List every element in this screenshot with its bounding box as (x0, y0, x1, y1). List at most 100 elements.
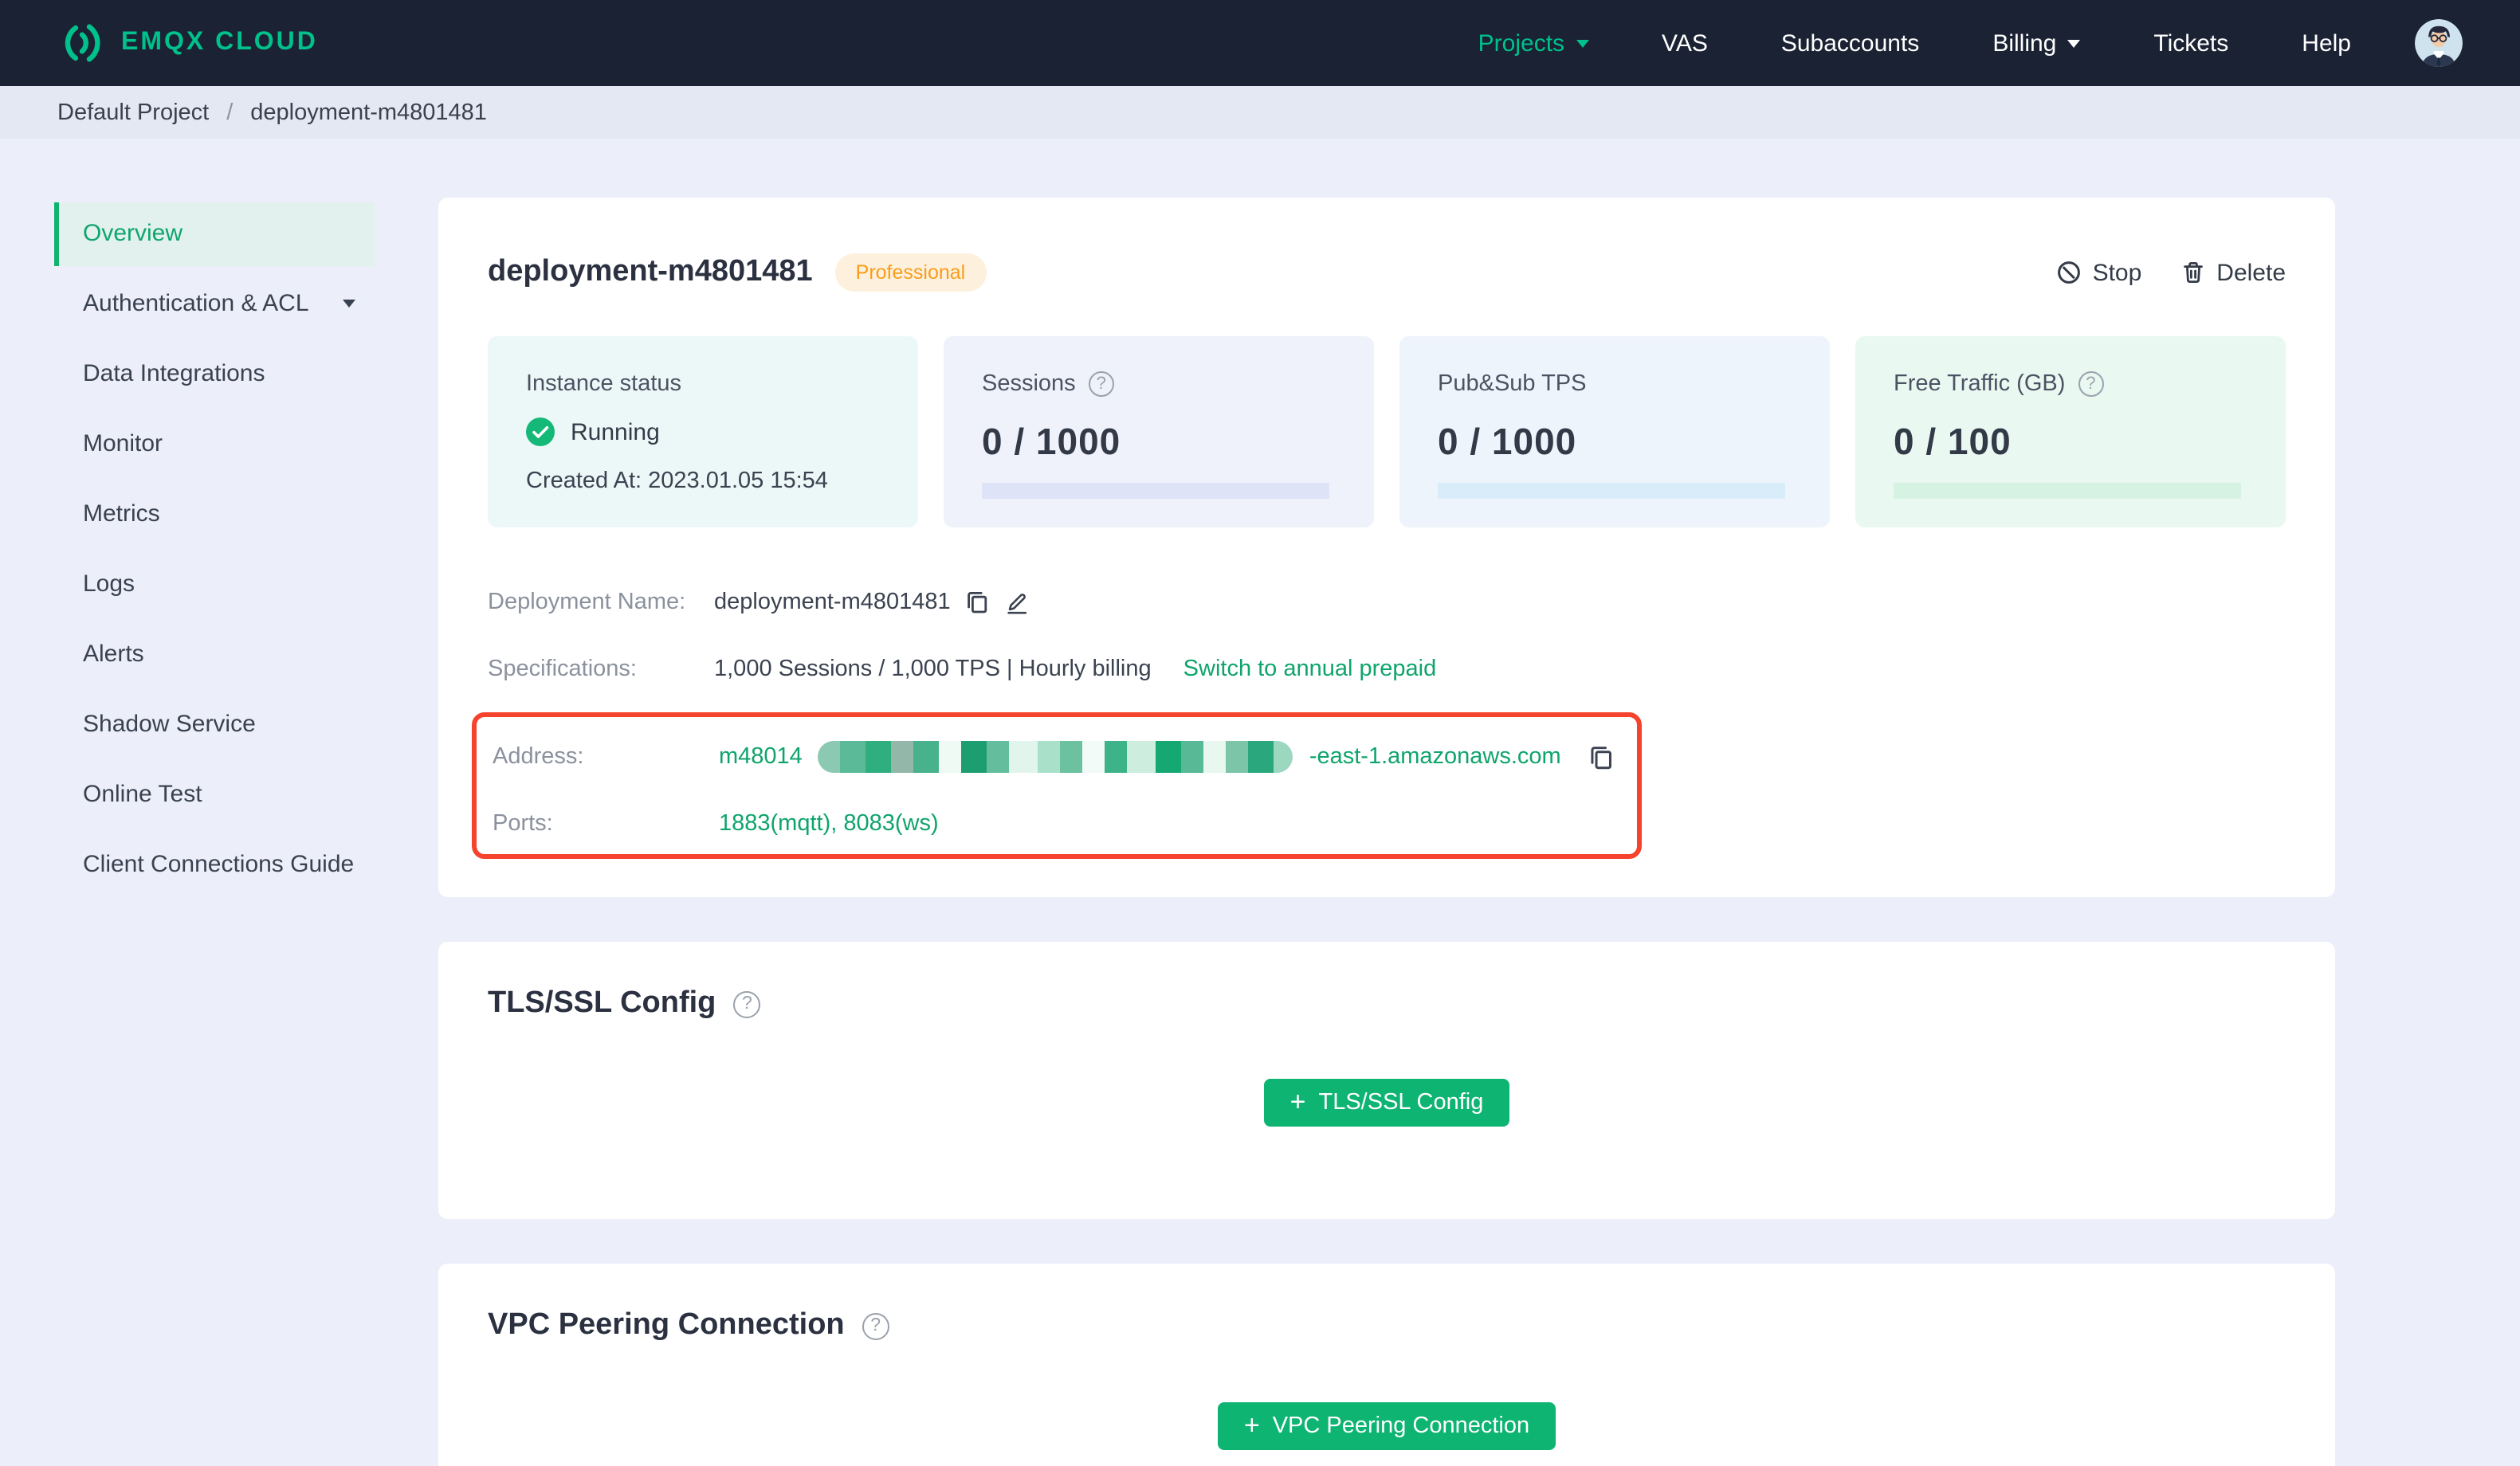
free-traffic-card: Free Traffic (GB) 0 / 100 (1855, 336, 2286, 527)
deployment-name-value: deployment-m4801481 (714, 590, 951, 615)
help-icon[interactable] (2078, 371, 2104, 397)
nav-item-help[interactable]: Help (2302, 29, 2351, 57)
pubsub-tps-progress-bar (1438, 483, 1785, 499)
stat-cards: Instance status Running Created At: 2023… (488, 336, 2286, 527)
vpc-peering-card: VPC Peering Connection VPC Peering Conne… (438, 1264, 2335, 1466)
copy-icon (1588, 743, 1615, 770)
breadcrumb-project[interactable]: Default Project (57, 100, 209, 125)
user-avatar[interactable] (2415, 19, 2463, 67)
sidebar-item-logs-label: Logs (83, 570, 135, 598)
nav-links: Projects VAS Subaccounts Billing Tickets… (1478, 29, 2389, 57)
help-icon[interactable] (733, 990, 761, 1017)
nav-item-subaccounts[interactable]: Subaccounts (1781, 29, 1919, 57)
pubsub-tps-value: 0 / 1000 (1438, 421, 1577, 462)
tls-ssl-config-card: TLS/SSL Config TLS/SSL Config (438, 942, 2335, 1219)
sessions-value: 0 / 1000 (982, 421, 1121, 462)
stop-button[interactable]: Stop (2056, 259, 2142, 286)
nav-item-subaccounts-label: Subaccounts (1780, 29, 1920, 57)
sidebar-item-overview[interactable]: Overview (54, 202, 375, 266)
nav-item-tickets[interactable]: Tickets (2153, 29, 2228, 57)
help-icon[interactable] (862, 1312, 889, 1339)
sidebar-item-metrics[interactable]: Metrics (54, 483, 375, 547)
sidebar-item-online-test[interactable]: Online Test (54, 763, 375, 827)
deployment-info: Deployment Name: deployment-m4801481 Spe… (472, 578, 2286, 859)
sessions-progress-bar (982, 483, 1329, 499)
tls-section-header: TLS/SSL Config (488, 986, 2286, 1021)
top-navbar: EMQX CLOUD Projects VAS Subaccounts Bill… (0, 0, 2520, 86)
sidebar-item-alerts[interactable]: Alerts (54, 623, 375, 687)
address-highlight-box: Address: m48014 -east-1.amazonaws.com Po… (472, 712, 1642, 859)
copy-icon (965, 590, 991, 615)
copy-address-button[interactable] (1588, 743, 1615, 770)
ports-row: Ports: 1883(mqtt), 8083(ws) (493, 800, 1637, 848)
sidebar-item-monitor-label: Monitor (83, 430, 163, 457)
switch-annual-prepaid-link[interactable]: Switch to annual prepaid (1183, 657, 1437, 682)
sidebar-item-data-integrations[interactable]: Data Integrations (54, 343, 375, 406)
delete-button-label: Delete (2216, 259, 2286, 286)
deployment-title-row: deployment-m4801481 Professional Stop De… (488, 247, 2286, 298)
sidebar-item-client-connections-guide[interactable]: Client Connections Guide (54, 833, 375, 897)
edit-deployment-name-button[interactable] (1005, 590, 1030, 615)
emqx-logo-icon (57, 19, 105, 67)
free-traffic-label: Free Traffic (GB) (1894, 371, 2066, 397)
nav-item-help-label: Help (2302, 29, 2351, 57)
nav-item-vas[interactable]: VAS (1662, 29, 1708, 57)
nav-item-projects-label: Projects (1478, 29, 1565, 57)
breadcrumb-deployment: deployment-m4801481 (250, 100, 487, 125)
brand[interactable]: EMQX CLOUD (57, 19, 318, 67)
deployment-name-label: Deployment Name: (488, 590, 686, 615)
stop-button-label: Stop (2092, 259, 2142, 286)
sidebar-item-data-integrations-label: Data Integrations (83, 360, 265, 387)
pubsub-tps-label: Pub&Sub TPS (1438, 371, 1587, 397)
stop-icon (2056, 260, 2082, 285)
sidebar-item-authentication-acl[interactable]: Authentication & ACL (54, 272, 375, 336)
sidebar-item-monitor[interactable]: Monitor (54, 413, 375, 476)
viewport: EMQX CLOUD Projects VAS Subaccounts Bill… (0, 0, 2520, 1466)
nav-item-projects[interactable]: Projects (1478, 29, 1589, 57)
sidebar-item-overview-label: Overview (83, 220, 183, 247)
deployment-name-row: Deployment Name: deployment-m4801481 (488, 578, 2286, 626)
brand-name: EMQX CLOUD (121, 29, 318, 56)
sessions-card: Sessions 0 / 1000 (944, 336, 1374, 527)
sidebar-item-shadow-service-label: Shadow Service (83, 711, 256, 738)
nav-item-billing[interactable]: Billing (1992, 29, 2081, 57)
plan-badge: Professional (834, 253, 987, 292)
sidebar-item-online-test-label: Online Test (83, 781, 202, 808)
vpc-section-title: VPC Peering Connection (488, 1308, 845, 1342)
deployment-overview-card: deployment-m4801481 Professional Stop De… (438, 198, 2335, 897)
status-running-text: Running (571, 418, 660, 445)
address-label: Address: (493, 744, 584, 770)
vpc-section-header: VPC Peering Connection (488, 1308, 2286, 1343)
trash-icon (2180, 260, 2205, 285)
sidebar-item-alerts-label: Alerts (83, 641, 144, 668)
specifications-value: 1,000 Sessions / 1,000 TPS | Hourly bill… (714, 657, 1152, 682)
plus-icon (1290, 1088, 1306, 1115)
sidebar-item-shadow-service[interactable]: Shadow Service (54, 693, 375, 757)
help-icon[interactable] (1088, 371, 1114, 397)
address-prefix: m48014 (719, 744, 803, 770)
sessions-label: Sessions (982, 371, 1076, 397)
delete-button[interactable]: Delete (2180, 259, 2286, 286)
copy-deployment-name-button[interactable] (965, 590, 991, 615)
created-at-text: Created At: 2023.01.05 15:54 (526, 468, 828, 494)
pubsub-tps-card: Pub&Sub TPS 0 / 1000 (1399, 336, 1830, 527)
sidebar-item-logs[interactable]: Logs (54, 553, 375, 617)
address-redacted-segment (818, 741, 1293, 773)
add-tls-ssl-config-button[interactable]: TLS/SSL Config (1264, 1079, 1509, 1127)
add-vpc-peering-button[interactable]: VPC Peering Connection (1218, 1402, 1556, 1450)
sidebar-item-client-connections-guide-label: Client Connections Guide (83, 851, 355, 878)
sidebar: Overview Authentication & ACL Data Integ… (0, 139, 406, 904)
address-suffix: -east-1.amazonaws.com (1309, 744, 1561, 770)
ports-value: 1883(mqtt), 8083(ws) (719, 811, 939, 837)
chevron-down-icon (1576, 39, 1589, 47)
free-traffic-progress-bar (1894, 483, 2241, 499)
breadcrumb: Default Project / deployment-m4801481 (0, 86, 2520, 139)
sidebar-item-metrics-label: Metrics (83, 500, 160, 527)
sidebar-item-authentication-acl-label: Authentication & ACL (83, 290, 309, 317)
deployment-actions: Stop Delete (2056, 259, 2286, 286)
instance-status-label: Instance status (526, 371, 682, 397)
specifications-row: Specifications: 1,000 Sessions / 1,000 T… (488, 645, 2286, 693)
check-circle-icon (526, 417, 555, 446)
chevron-down-icon (2067, 39, 2081, 47)
tls-section-title: TLS/SSL Config (488, 986, 716, 1020)
